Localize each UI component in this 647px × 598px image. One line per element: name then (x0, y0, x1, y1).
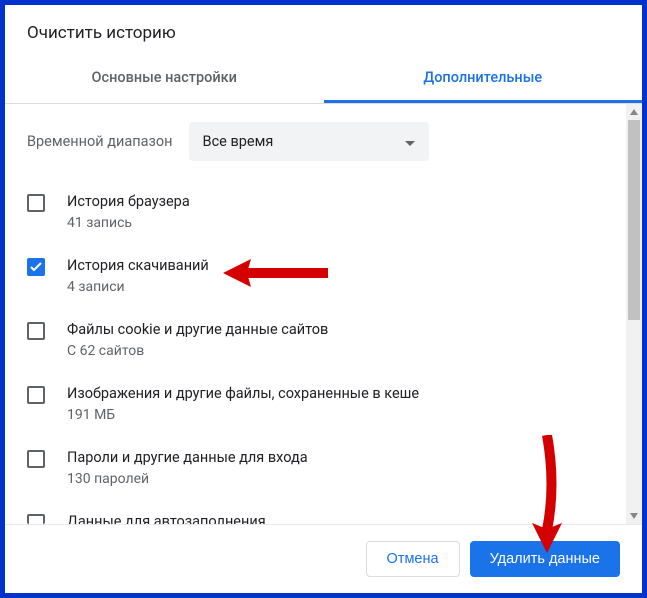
option-title: Файлы cookie и другие данные сайтов (67, 319, 604, 340)
option-subtitle: С 62 сайтов (67, 343, 604, 359)
scrollbar[interactable] (626, 104, 642, 524)
checkbox[interactable] (27, 258, 45, 276)
checkbox[interactable] (27, 194, 45, 212)
options-list: История браузера 41 запись История скачи… (5, 179, 626, 524)
clear-data-button[interactable]: Удалить данные (470, 541, 620, 577)
dialog-body: Временной диапазон Все время (5, 104, 626, 524)
checkbox[interactable] (27, 386, 45, 404)
chevron-down-icon (405, 132, 415, 151)
scroll-up-icon[interactable] (626, 104, 642, 120)
checkbox[interactable] (27, 450, 45, 468)
scroll-down-icon[interactable] (626, 508, 642, 524)
time-range-row: Временной диапазон Все время (5, 104, 626, 179)
option-row: Данные для автозаполнения (27, 499, 604, 524)
option-title: Пароли и другие данные для входа (67, 447, 604, 468)
option-row: История скачиваний 4 записи (27, 243, 604, 307)
dialog-title: Очистить историю (5, 5, 642, 57)
time-range-select[interactable]: Все время (189, 122, 429, 161)
option-title: Изображения и другие файлы, сохраненные … (67, 383, 604, 404)
option-subtitle: 4 записи (67, 279, 604, 295)
checkbox[interactable] (27, 514, 45, 524)
option-subtitle: 191 МБ (67, 407, 604, 423)
clear-browsing-data-dialog: Очистить историю Основные настройки Допо… (5, 5, 642, 593)
option-row: Файлы cookie и другие данные сайтов С 62… (27, 307, 604, 371)
dialog-footer: Отмена Удалить данные (5, 525, 642, 593)
tabs: Основные настройки Дополнительные (5, 57, 642, 104)
tab-advanced[interactable]: Дополнительные (324, 57, 643, 103)
option-subtitle: 41 запись (67, 215, 604, 231)
option-row: Изображения и другие файлы, сохраненные … (27, 371, 604, 435)
option-row: Пароли и другие данные для входа 130 пар… (27, 435, 604, 499)
cancel-button[interactable]: Отмена (366, 541, 460, 577)
scrollbar-thumb[interactable] (628, 120, 640, 320)
time-range-value: Все время (203, 133, 274, 150)
option-subtitle: 130 паролей (67, 471, 604, 487)
option-row: История браузера 41 запись (27, 179, 604, 243)
time-range-label: Временной диапазон (27, 133, 173, 150)
option-title: Данные для автозаполнения (67, 511, 604, 524)
option-title: История браузера (67, 191, 604, 212)
checkbox[interactable] (27, 322, 45, 340)
tab-basic[interactable]: Основные настройки (5, 57, 324, 103)
option-title: История скачиваний (67, 255, 604, 276)
